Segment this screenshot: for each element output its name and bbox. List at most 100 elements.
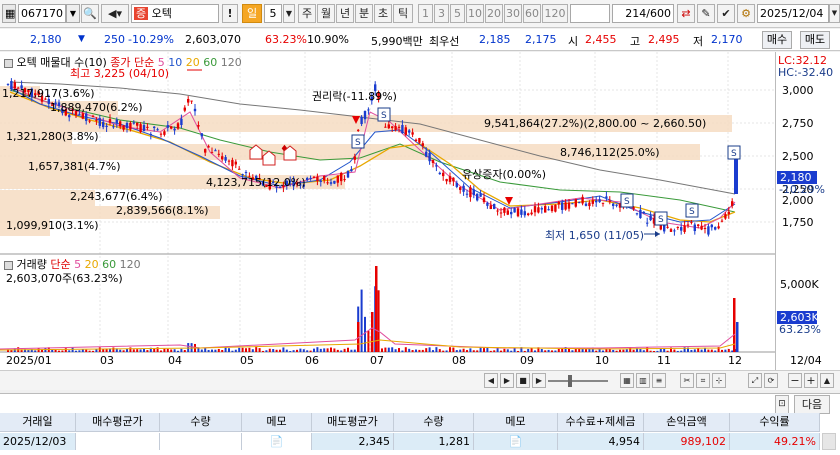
- draw-icon[interactable]: ✎: [697, 4, 715, 23]
- tab-tick[interactable]: 틱: [393, 4, 413, 23]
- next-button[interactable]: 다음: [794, 395, 830, 414]
- cell-return[interactable]: 49.21%: [730, 433, 820, 450]
- volume-panel-toggle-icon[interactable]: [4, 260, 13, 270]
- list-icon[interactable]: ≡: [652, 373, 666, 388]
- tab-week[interactable]: 주: [298, 4, 316, 23]
- cell-buy-qty[interactable]: [160, 433, 242, 450]
- zoom-slider[interactable]: [548, 380, 608, 382]
- volume-bar: [347, 347, 349, 352]
- volume-bar: [455, 350, 458, 352]
- cell-sell-qty[interactable]: 1,281: [394, 433, 474, 450]
- scroll-left-icon[interactable]: ◀: [484, 373, 498, 388]
- table-icon[interactable]: ▦: [620, 373, 634, 388]
- candle-body: [411, 132, 414, 135]
- volume-bar: [163, 348, 166, 352]
- stock-code-input[interactable]: 067170: [18, 4, 66, 23]
- sell-memo-icon[interactable]: 📄: [474, 433, 558, 450]
- chart-icon[interactable]: ▥: [636, 373, 650, 388]
- chart-scroll-bar[interactable]: ◀ ▶ ■ ▶ ▦ ▥ ≡ ✂ ⌗ ⊹ ⤢ ⟳ − + ▲: [0, 370, 840, 390]
- minute-5-button[interactable]: 5: [450, 4, 465, 23]
- code-dropdown-icon[interactable]: ▼: [66, 4, 80, 23]
- price-chart-area[interactable]: ♦ S S S S S S 오텍 매물대 수(10) 종가 단순 5 10 20…: [0, 52, 840, 370]
- cell-buy-avg[interactable]: [76, 433, 160, 450]
- date-field[interactable]: 2025/12/04: [757, 4, 829, 23]
- tab-minute[interactable]: 분: [355, 4, 373, 23]
- tab-second[interactable]: 초: [374, 4, 392, 23]
- candle-body: [717, 226, 720, 229]
- volume-bar: [435, 347, 438, 352]
- volume-bar: [214, 349, 217, 352]
- minute-30-button[interactable]: 30: [504, 4, 522, 23]
- trade-amount: 5,990백만: [371, 35, 423, 48]
- x-label-9: 11: [657, 354, 671, 367]
- chart-type-icon[interactable]: ⇄: [677, 4, 695, 23]
- volume-bar: [228, 348, 230, 352]
- col-header-buy-avg: 매수평균가: [76, 413, 160, 432]
- zoom-out-icon[interactable]: −: [788, 373, 802, 388]
- date-dropdown-icon[interactable]: ▼: [829, 4, 840, 23]
- cell-fee[interactable]: 4,954: [558, 433, 644, 450]
- ruler-icon[interactable]: ⌗: [696, 373, 710, 388]
- minute-60-button[interactable]: 60: [523, 4, 541, 23]
- candle-body: [340, 172, 343, 182]
- cell-sell-avg[interactable]: 2,345: [312, 433, 394, 450]
- record-count-field[interactable]: 214/600: [612, 4, 674, 23]
- stock-name-field[interactable]: 증 오텍: [131, 4, 219, 23]
- tab-month[interactable]: 월: [317, 4, 335, 23]
- high-annotation: 최고 3,225 (04/10): [70, 67, 170, 80]
- volume-bar: [398, 348, 400, 352]
- interval-count-input[interactable]: 5: [264, 4, 282, 23]
- buy-button[interactable]: 매수: [762, 31, 792, 49]
- speaker-icon[interactable]: ◀▾: [101, 4, 129, 23]
- refresh-icon[interactable]: ⟳: [764, 373, 778, 388]
- zoom-slider-thumb[interactable]: [568, 375, 572, 387]
- volume-bar: [330, 347, 332, 352]
- candle-body: [506, 210, 509, 215]
- candle-body: [326, 182, 329, 184]
- draw-tool-icon[interactable]: ✂: [680, 373, 694, 388]
- fullscreen-icon[interactable]: ⤢: [748, 373, 762, 388]
- volume-bar: [602, 350, 604, 352]
- ask-price: 2,185: [479, 33, 511, 46]
- interval-day-tab[interactable]: 일: [242, 4, 262, 23]
- interval-dropdown-icon[interactable]: ▼: [283, 4, 295, 23]
- candle-body: [567, 202, 571, 209]
- play-icon[interactable]: ▶: [500, 373, 514, 388]
- volume-current: 2,603,070주(63.23%): [6, 272, 123, 285]
- minute-1-button[interactable]: 1: [418, 4, 433, 23]
- cell-pnl[interactable]: 989,102: [644, 433, 730, 450]
- volume-bar: [731, 350, 734, 352]
- candle-body: [697, 224, 700, 226]
- grid-icon[interactable]: ▦: [2, 4, 16, 23]
- candle-body: [584, 203, 588, 206]
- volume-bar: [411, 350, 414, 352]
- cell-date[interactable]: 2025/12/03: [0, 433, 76, 450]
- volume-bar: [302, 349, 305, 352]
- minute-20-button[interactable]: 20: [485, 4, 503, 23]
- collapse-icon[interactable]: ▲: [820, 373, 834, 388]
- check-icon[interactable]: ✔: [717, 4, 735, 23]
- settings-icon[interactable]: ⚙: [737, 4, 755, 23]
- toggle-panel-icon[interactable]: ⊡: [775, 395, 789, 414]
- candle-body: [102, 122, 105, 128]
- minute-3-button[interactable]: 3: [434, 4, 449, 23]
- stop-icon[interactable]: ■: [516, 373, 530, 388]
- profile-label-1: 1,217,917(3.6%): [2, 87, 95, 100]
- candle-body: [85, 113, 88, 121]
- panel-toggle-icon[interactable]: [4, 58, 13, 68]
- zoom-in-icon[interactable]: +: [804, 373, 818, 388]
- custom-interval-input[interactable]: [570, 4, 610, 23]
- alert-icon[interactable]: !: [222, 4, 238, 23]
- minute-10-button[interactable]: 10: [466, 4, 484, 23]
- minute-120-button[interactable]: 120: [542, 4, 568, 23]
- scroll-right-icon[interactable]: ▶: [532, 373, 546, 388]
- search-icon[interactable]: 🔍: [81, 4, 99, 23]
- sell-button[interactable]: 매도: [800, 31, 830, 49]
- candle-body: [204, 149, 207, 153]
- right-price-axis[interactable]: LC:32.12 HC:-32.40 3,000 2,750 2,500 2,2…: [775, 52, 840, 370]
- tab-year[interactable]: 년: [336, 4, 354, 23]
- cursor-icon[interactable]: ⊹: [712, 373, 726, 388]
- candle-body: [224, 157, 227, 161]
- table-scrollbar[interactable]: [822, 433, 836, 450]
- memo-icon[interactable]: 📄: [242, 433, 312, 450]
